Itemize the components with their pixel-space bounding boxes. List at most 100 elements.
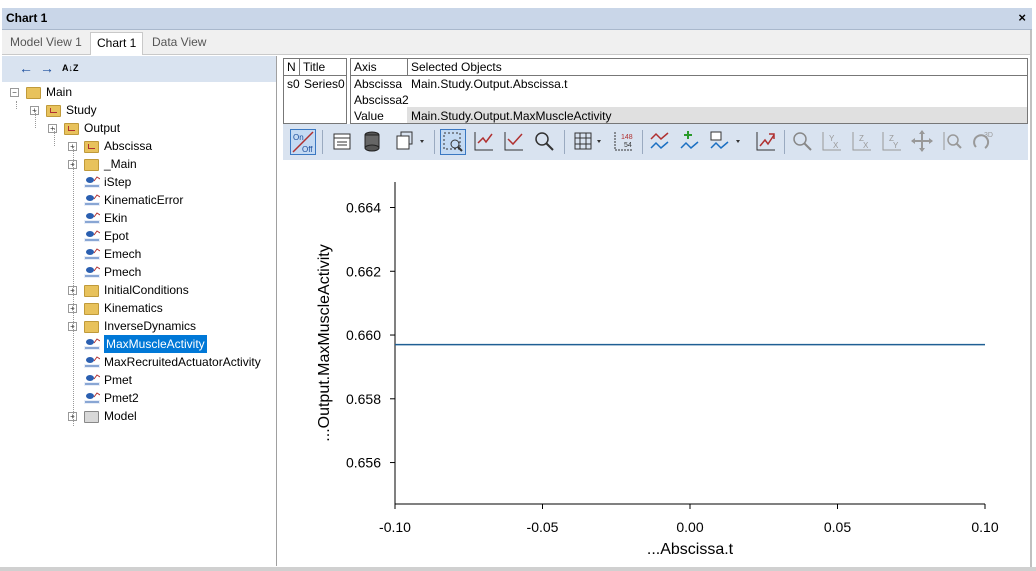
float-variable-icon — [84, 356, 100, 368]
zoom-zx-button[interactable]: Z X — [850, 129, 876, 155]
tree-toolbar: ← → A↓Z — [2, 56, 276, 82]
tree-item-pmet[interactable]: Pmet — [2, 371, 276, 389]
add-series-icon — [650, 132, 669, 150]
zoom-zx-icon: Z X — [852, 132, 871, 151]
add-series-button[interactable] — [648, 129, 674, 155]
insert-series-button[interactable] — [678, 129, 704, 155]
three-d-label: 3D — [984, 132, 993, 139]
tree-item-main[interactable]: − Main — [2, 83, 276, 101]
export-dropdown-button[interactable] — [392, 129, 428, 155]
axis-table[interactable]: Axis Selected Objects Abscissa Main.Stud… — [350, 58, 1028, 124]
tree-item-label: KinematicError — [104, 193, 184, 207]
tree-item-abscissa[interactable]: + Abscissa — [2, 137, 276, 155]
chart-export-button[interactable] — [754, 129, 780, 155]
collapse-icon[interactable]: − — [10, 88, 19, 97]
series-style-icon — [710, 131, 740, 150]
tree-item-emech[interactable]: Emech — [2, 245, 276, 263]
zoom-zy-button[interactable]: Z Y — [880, 129, 906, 155]
expand-icon[interactable]: + — [48, 124, 57, 133]
point-values-icon: 148 54 — [614, 132, 633, 151]
column-header-n: N — [287, 60, 296, 74]
axis-abscissa2-cell[interactable]: Abscissa2 — [354, 93, 409, 107]
point-values-button[interactable]: 148 54 — [612, 129, 638, 155]
series-title-cell[interactable]: Series0 — [304, 77, 345, 91]
tree-item-epot[interactable]: Epot — [2, 227, 276, 245]
panel-border — [1030, 30, 1032, 567]
zoom-axis-button[interactable] — [940, 129, 966, 155]
select-chart-button[interactable] — [502, 129, 528, 155]
y-tick-label: 0.664 — [346, 200, 381, 216]
database-button[interactable] — [360, 129, 386, 155]
column-header-title: Title — [303, 60, 326, 74]
float-variable-icon — [84, 176, 100, 188]
tree-item-inversedynamics[interactable]: + InverseDynamics — [2, 317, 276, 335]
arrow-left-icon[interactable]: ← — [19, 60, 33, 76]
tree-item-label: Main — [46, 85, 73, 99]
tree-item-pmech[interactable]: Pmech — [2, 263, 276, 281]
axis-value-object-cell[interactable]: Main.Study.Output.MaxMuscleActivity — [411, 109, 612, 123]
title-strip: Chart 1 × — [2, 8, 1032, 30]
zoom-fit-button[interactable] — [790, 129, 816, 155]
zoom-box-button[interactable] — [440, 129, 466, 155]
tab-model-view-1[interactable]: Model View 1 — [4, 32, 88, 53]
axis-abscissa-cell[interactable]: Abscissa — [354, 77, 402, 91]
chart-export-icon — [756, 132, 775, 151]
line-chart[interactable]: 0.656 0.658 0.660 0.662 0.664 -0.10 -0.05 0.00 0… — [283, 160, 1028, 567]
tree-item-label: iStep — [104, 175, 132, 189]
database-icon — [364, 131, 380, 152]
toolbar-separator — [642, 130, 643, 154]
tab-data-view[interactable]: Data View — [146, 32, 212, 53]
toolbar-separator — [322, 130, 323, 154]
tree-item-study[interactable]: + Study — [2, 101, 276, 119]
tree-item-kinematics[interactable]: + Kinematics — [2, 299, 276, 317]
tree-item-label: Study — [66, 103, 97, 117]
select-chart-icon — [504, 132, 523, 151]
axis-value-cell[interactable]: Value — [354, 109, 384, 123]
tree-item-model[interactable]: + Model — [2, 407, 276, 425]
tree-item-output[interactable]: + Output — [2, 119, 276, 137]
tree-item-kinematicerror[interactable]: KinematicError — [2, 191, 276, 209]
plot-area[interactable]: 0.656 0.658 0.660 0.662 0.664 -0.10 -0.05 0.00 0… — [283, 160, 1028, 567]
x-letter: X — [863, 141, 869, 150]
tree-guide-line — [16, 101, 17, 109]
y-tick-label: 0.656 — [346, 455, 381, 471]
zoom-y-button[interactable]: Y X — [820, 129, 846, 155]
close-icon[interactable]: × — [1018, 10, 1026, 25]
toolbar-separator — [564, 130, 565, 154]
tree-item-ekin[interactable]: Ekin — [2, 209, 276, 227]
tree-item-maxrecruitedactuatoractivity[interactable]: MaxRecruitedActuatorActivity — [2, 353, 276, 371]
tree-item-label: Pmet2 — [104, 391, 139, 405]
tree-item-maxmuscleactivity[interactable]: MaxMuscleActivity — [2, 335, 276, 353]
tree-item-label: InitialConditions — [104, 283, 189, 297]
arrow-right-icon[interactable]: → — [40, 60, 54, 76]
tree-item-istep[interactable]: iStep — [2, 173, 276, 191]
tree-item-main[interactable]: + _Main — [2, 155, 276, 173]
rotate-3d-button[interactable]: 3D — [970, 129, 996, 155]
axis-abscissa-object-cell[interactable]: Main.Study.Output.Abscissa.t — [411, 77, 568, 91]
series-table[interactable]: N Title s0 Series0 — [283, 58, 347, 124]
tree-item-initialconditions[interactable]: + InitialConditions — [2, 281, 276, 299]
status-strip — [0, 567, 1036, 571]
tree-item-pmet2[interactable]: Pmet2 — [2, 389, 276, 407]
series-style-dropdown-button[interactable] — [708, 129, 744, 155]
tree-item-label: MaxMuscleActivity — [104, 335, 207, 353]
x-tick-label: 0.10 — [971, 519, 998, 535]
zoom-box-icon — [443, 132, 463, 152]
zoom-button[interactable] — [532, 129, 558, 155]
series-id-cell[interactable]: s0 — [287, 77, 300, 91]
float-variable-icon — [84, 374, 100, 386]
properties-button[interactable] — [330, 129, 356, 155]
grid-dropdown-button[interactable] — [572, 129, 606, 155]
tab-chart-1[interactable]: Chart 1 — [90, 32, 144, 55]
sort-az-icon[interactable]: A↓Z — [62, 63, 79, 73]
zoom-icon — [535, 132, 554, 151]
move-button[interactable] — [910, 129, 936, 155]
y-letter: Y — [893, 141, 899, 150]
on-off-toggle-button[interactable]: On Off — [290, 129, 316, 155]
tree-item-label: InverseDynamics — [104, 319, 197, 333]
tree-item-label: Output — [84, 121, 121, 135]
pan-chart-button[interactable] — [472, 129, 498, 155]
tree-item-label: Model — [104, 409, 137, 423]
properties-icon — [333, 133, 351, 150]
window-title: Chart 1 — [6, 11, 48, 25]
